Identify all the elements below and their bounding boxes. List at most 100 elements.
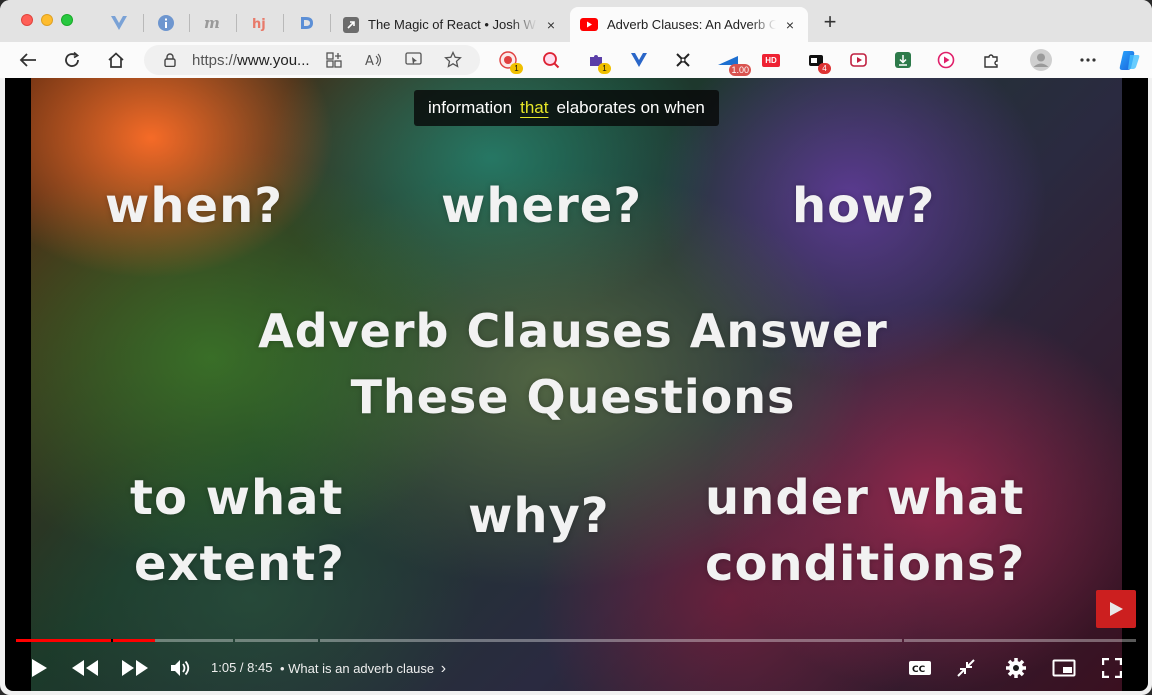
- chapter-segment[interactable]: [904, 639, 1136, 642]
- extension-playback-speed[interactable]: 1.00: [715, 49, 751, 76]
- copilot-icon: [1119, 51, 1140, 70]
- play-button[interactable]: [23, 652, 55, 684]
- question-to-what: to what: [130, 470, 344, 526]
- volume-icon: [171, 660, 190, 676]
- youtube-logo[interactable]: [1096, 590, 1136, 628]
- tab-adverb-clauses[interactable]: Adverb Clauses: An Adverb Clause ×: [570, 7, 808, 42]
- avatar-icon: [1030, 49, 1052, 71]
- reload-button[interactable]: [60, 48, 84, 72]
- more-dots-icon: [1080, 58, 1096, 62]
- extension-video[interactable]: [848, 49, 870, 71]
- extension-cross[interactable]: [672, 49, 694, 71]
- question-how: how?: [792, 178, 936, 234]
- pinned-tab-vuejs[interactable]: [108, 12, 130, 34]
- chevron-right-icon: ›: [440, 660, 447, 677]
- video-player[interactable]: information that elaborates on when when…: [5, 78, 1148, 691]
- pinned-tab-d[interactable]: [295, 12, 317, 34]
- question-why: why?: [468, 488, 610, 544]
- next-button[interactable]: [119, 652, 151, 684]
- home-button[interactable]: [104, 48, 128, 72]
- favorite-star-icon[interactable]: [444, 51, 462, 69]
- caption-text: elaborates on when: [556, 98, 705, 117]
- zoom-window-button[interactable]: [61, 14, 73, 26]
- immersive-reader-icon[interactable]: [405, 52, 423, 68]
- magnifier-icon: [543, 52, 560, 69]
- chapter-title[interactable]: • What is an adverb clause ›: [280, 660, 446, 678]
- tab-title: Adverb Clauses: An Adverb Clause: [607, 17, 776, 32]
- play-triangle-icon: [1110, 602, 1123, 616]
- fullscreen-icon: [1102, 658, 1122, 678]
- chapter-segment[interactable]: [320, 639, 902, 642]
- gear-icon: [1006, 658, 1026, 678]
- vue-icon: [111, 16, 127, 30]
- extension-record[interactable]: 1: [497, 49, 523, 74]
- new-tab-button[interactable]: +: [819, 11, 841, 34]
- speed-badge: 1.00: [729, 64, 751, 76]
- svg-text:A: A: [365, 54, 374, 68]
- app-grid-icon[interactable]: [326, 52, 342, 68]
- play-icon: [32, 659, 47, 677]
- pinned-tab-medium[interactable]: m: [201, 12, 223, 34]
- close-tab-button[interactable]: ×: [543, 17, 559, 33]
- tab-separator: [143, 14, 144, 32]
- browser-toolbar: https://www.you... A 1 1 1.00 HD 4: [0, 42, 1152, 78]
- pinned-tab-info[interactable]: [155, 12, 177, 34]
- question-when: when?: [105, 178, 284, 234]
- extension-vue-devtools[interactable]: [628, 49, 650, 71]
- url-host: www.you...: [237, 52, 310, 69]
- extension-search[interactable]: [540, 49, 562, 71]
- caption-box: information that elaborates on when: [414, 90, 719, 126]
- read-aloud-icon[interactable]: A: [365, 52, 383, 68]
- svg-text:CC: CC: [912, 665, 926, 675]
- cross-arrows-icon: [676, 53, 690, 67]
- extension-puzzle[interactable]: 1: [585, 49, 611, 74]
- extension-hd[interactable]: HD: [760, 49, 782, 71]
- fast-forward-icon: [122, 660, 148, 676]
- previous-button[interactable]: [69, 652, 101, 684]
- headline-line-1: Adverb Clauses Answer: [258, 304, 888, 358]
- theater-icon: [1052, 659, 1076, 677]
- caption-text: information: [428, 98, 513, 117]
- profile-button[interactable]: [1030, 49, 1052, 71]
- extension-badge: 1: [510, 63, 523, 74]
- extension-download[interactable]: [892, 49, 914, 71]
- tab-title: The Magic of React • Josh W Comeau: [368, 17, 537, 32]
- chapter-gap: [111, 639, 113, 642]
- question-conditions: conditions?: [705, 536, 1026, 592]
- minimize-window-button[interactable]: [41, 14, 53, 26]
- close-window-button[interactable]: [21, 14, 33, 26]
- home-icon: [108, 52, 124, 68]
- pinned-tab-hj[interactable]: hj: [248, 12, 270, 34]
- external-link-icon: [343, 16, 359, 33]
- copilot-button[interactable]: [1118, 49, 1140, 71]
- miniplayer-button[interactable]: [950, 652, 982, 684]
- fullscreen-button[interactable]: [1096, 652, 1128, 684]
- address-bar[interactable]: https://www.you... A: [144, 45, 480, 75]
- time-display: 1:05 / 8:45: [211, 660, 273, 675]
- youtube-icon: [580, 18, 598, 31]
- progress-bar[interactable]: [16, 639, 1136, 643]
- extension-player[interactable]: [935, 49, 957, 71]
- tab-strip: m hj The Magic of React • Josh W Comeau …: [0, 0, 1152, 42]
- back-arrow-icon: [19, 53, 36, 67]
- tab-josh-comeau[interactable]: The Magic of React • Josh W Comeau ×: [333, 7, 569, 42]
- subtitles-button[interactable]: CC: [904, 652, 936, 684]
- mute-button[interactable]: [165, 652, 197, 684]
- more-menu-button[interactable]: [1077, 49, 1099, 71]
- theater-mode-button[interactable]: [1048, 652, 1080, 684]
- tab-separator: [189, 14, 190, 32]
- tab-separator: [236, 14, 237, 32]
- caption-highlight: that: [520, 98, 549, 117]
- chapter-segment[interactable]: [235, 639, 318, 642]
- settings-button[interactable]: [1000, 652, 1032, 684]
- rewind-icon: [72, 660, 98, 676]
- extensions-button[interactable]: [980, 49, 1002, 71]
- close-tab-button[interactable]: ×: [782, 17, 798, 33]
- m-logo-icon: m: [204, 16, 220, 30]
- question-extent: extent?: [134, 536, 345, 592]
- extension-counter[interactable]: 4: [805, 49, 831, 74]
- back-button[interactable]: [16, 48, 40, 72]
- info-icon: [158, 15, 174, 31]
- question-where: where?: [441, 178, 643, 234]
- reload-icon: [65, 51, 80, 67]
